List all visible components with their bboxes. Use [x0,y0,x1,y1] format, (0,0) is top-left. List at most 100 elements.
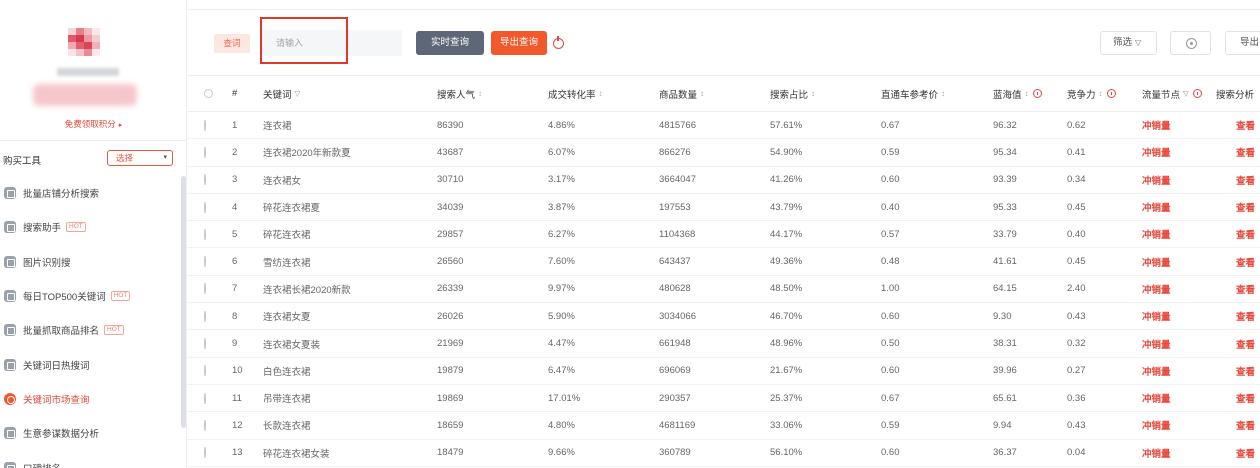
cell-search-analysis[interactable]: 查看 [1211,309,1260,323]
row-checkbox[interactable] [204,310,206,322]
cell-product-count: 4681169 [659,419,696,431]
row-checkbox[interactable] [204,228,206,240]
sidebar-item-label: 搜索助手 [23,223,62,235]
filter-button[interactable]: 筛选 [1100,31,1157,55]
sidebar-item-8[interactable]: 生意参谋数据分析 [0,416,180,450]
cell-blue-ocean-value: 65.61 [993,392,1017,404]
free-points-link[interactable]: 免费领取积分 [0,118,186,130]
cell-search-share: 44.17% [770,228,803,240]
cell-search-analysis[interactable]: 查看 [1211,200,1260,214]
cell-traffic-node[interactable]: 冲销量 [1137,118,1211,132]
sort-icon[interactable] [938,88,945,99]
cell-keyword: 连衣裙2020年新款夏 [263,148,351,160]
cell-search-analysis[interactable]: 查看 [1211,173,1260,187]
row-checkbox[interactable] [204,392,206,404]
cell-search-share: 43.79% [770,201,803,213]
cell-traffic-node[interactable]: 冲销量 [1137,200,1211,214]
row-checkbox[interactable] [204,365,206,377]
filter-icon[interactable] [292,88,301,99]
cell-search-popularity: 21969 [437,338,464,350]
sidebar-scrollbar[interactable] [181,176,186,428]
export-query-button[interactable]: 导出查询 [491,31,547,55]
sort-icon[interactable] [475,88,482,99]
cell-search-analysis[interactable]: 查看 [1211,282,1260,296]
sidebar-item-9[interactable]: 口碑排名 [0,450,180,468]
sort-icon[interactable] [596,88,603,99]
column-header-ppc-price[interactable]: 直通车参考价 [876,87,988,101]
cell-search-analysis[interactable]: 查看 [1211,337,1260,351]
sort-icon[interactable] [697,88,704,99]
cell-traffic-node[interactable]: 冲销量 [1137,173,1211,187]
fire-icon [4,358,16,371]
export-button[interactable]: 导出 [1225,31,1260,55]
sidebar-item-3[interactable]: 图片识别搜 [0,245,180,279]
cell-competition: 0.32 [1067,338,1086,350]
cell-traffic-node[interactable]: 冲销量 [1137,391,1211,405]
row-checkbox[interactable] [204,174,206,186]
filter-icon[interactable] [1180,88,1189,99]
username-redacted [57,68,119,76]
row-checkbox[interactable] [204,447,206,459]
cell-ppc-price: 0.48 [881,256,900,268]
column-header-blue-ocean-value[interactable]: 蓝海值 [988,87,1062,101]
column-header-keyword[interactable]: 关键词 [258,87,432,101]
cell-search-analysis[interactable]: 查看 [1211,227,1260,241]
cell-traffic-node[interactable]: 冲销量 [1137,337,1211,351]
chevron-right-icon [116,119,123,129]
cell-competition: 2.40 [1067,283,1086,295]
cell-search-analysis[interactable]: 查看 [1211,118,1260,132]
row-checkbox[interactable] [204,283,206,295]
row-checkbox[interactable] [204,338,206,350]
cell-search-share: 54.90% [770,146,803,158]
sidebar-item-5[interactable]: 批量抓取商品排名 HOT [0,313,180,347]
sidebar-item-2[interactable]: 搜索助手 HOT [0,210,180,244]
cell-traffic-node[interactable]: 冲销量 [1137,282,1211,296]
row-select-cell [187,201,222,213]
cell-search-analysis[interactable]: 查看 [1211,145,1260,159]
sidebar-item-6[interactable]: 关键词日热搜词 [0,347,180,381]
power-icon[interactable] [553,36,564,49]
avatar[interactable] [68,28,100,56]
row-checkbox[interactable] [204,119,206,131]
column-header-search-popularity[interactable]: 搜索人气 [432,87,543,101]
column-header-search-share[interactable]: 搜索占比 [765,87,876,101]
table-row: 9 连衣裙女夏装 21969 4.47% 661948 48.96% 0.50 38.31 0.… [187,330,1260,358]
row-checkbox[interactable] [204,419,206,431]
cell-traffic-node[interactable]: 冲销量 [1137,364,1211,378]
row-checkbox[interactable] [204,146,206,158]
column-header-traffic-node[interactable]: 流量节点 [1137,87,1211,101]
column-header-product-count[interactable]: 商品数量 [654,87,765,101]
row-checkbox[interactable] [204,201,206,213]
cell-search-popularity: 18659 [437,419,464,431]
column-header-conversion-rate[interactable]: 成交转化率 [543,87,654,101]
cell-traffic-node[interactable]: 冲销量 [1137,309,1211,323]
sidebar-item-1[interactable]: 批量店铺分析搜索 [0,176,180,210]
cell-index: 9 [232,338,238,350]
sort-icon[interactable] [1096,88,1103,99]
select-all-checkbox[interactable] [204,89,213,98]
cell-search-analysis[interactable]: 查看 [1211,364,1260,378]
keyword-search-input[interactable] [262,30,402,56]
table-row: 10 白色连衣裙 19879 6.47% 696069 21.67% 0.60 39.96 0.… [187,358,1260,385]
cell-search-analysis[interactable]: 查看 [1211,446,1260,460]
column-header-competition[interactable]: 竞争力 [1062,87,1137,101]
cell-traffic-node[interactable]: 冲销量 [1137,227,1211,241]
realtime-query-button[interactable]: 实时查询 [416,31,484,55]
cell-search-analysis[interactable]: 查看 [1211,418,1260,432]
cell-search-analysis[interactable]: 查看 [1211,391,1260,405]
sort-icon[interactable] [1022,88,1029,99]
cell-ppc-price: 0.60 [881,447,900,459]
sort-icon[interactable] [808,88,815,99]
sidebar-item-7[interactable]: 关键词市场查询 [0,382,180,416]
cell-traffic-node[interactable]: 冲销量 [1137,255,1211,269]
row-checkbox[interactable] [204,256,206,268]
settings-button[interactable] [1170,31,1211,55]
buy-tool-select[interactable]: 选择 [107,150,173,166]
cell-traffic-node[interactable]: 冲销量 [1137,145,1211,159]
cell-traffic-node[interactable]: 冲销量 [1137,446,1211,460]
cell-traffic-node[interactable]: 冲销量 [1137,418,1211,432]
query-mode-tag[interactable]: 查词 [214,34,250,53]
cell-search-analysis[interactable]: 查看 [1211,255,1260,269]
cell-index: 1 [232,119,238,131]
sidebar-item-4[interactable]: 每日TOP500关键词 HOT [0,279,180,313]
